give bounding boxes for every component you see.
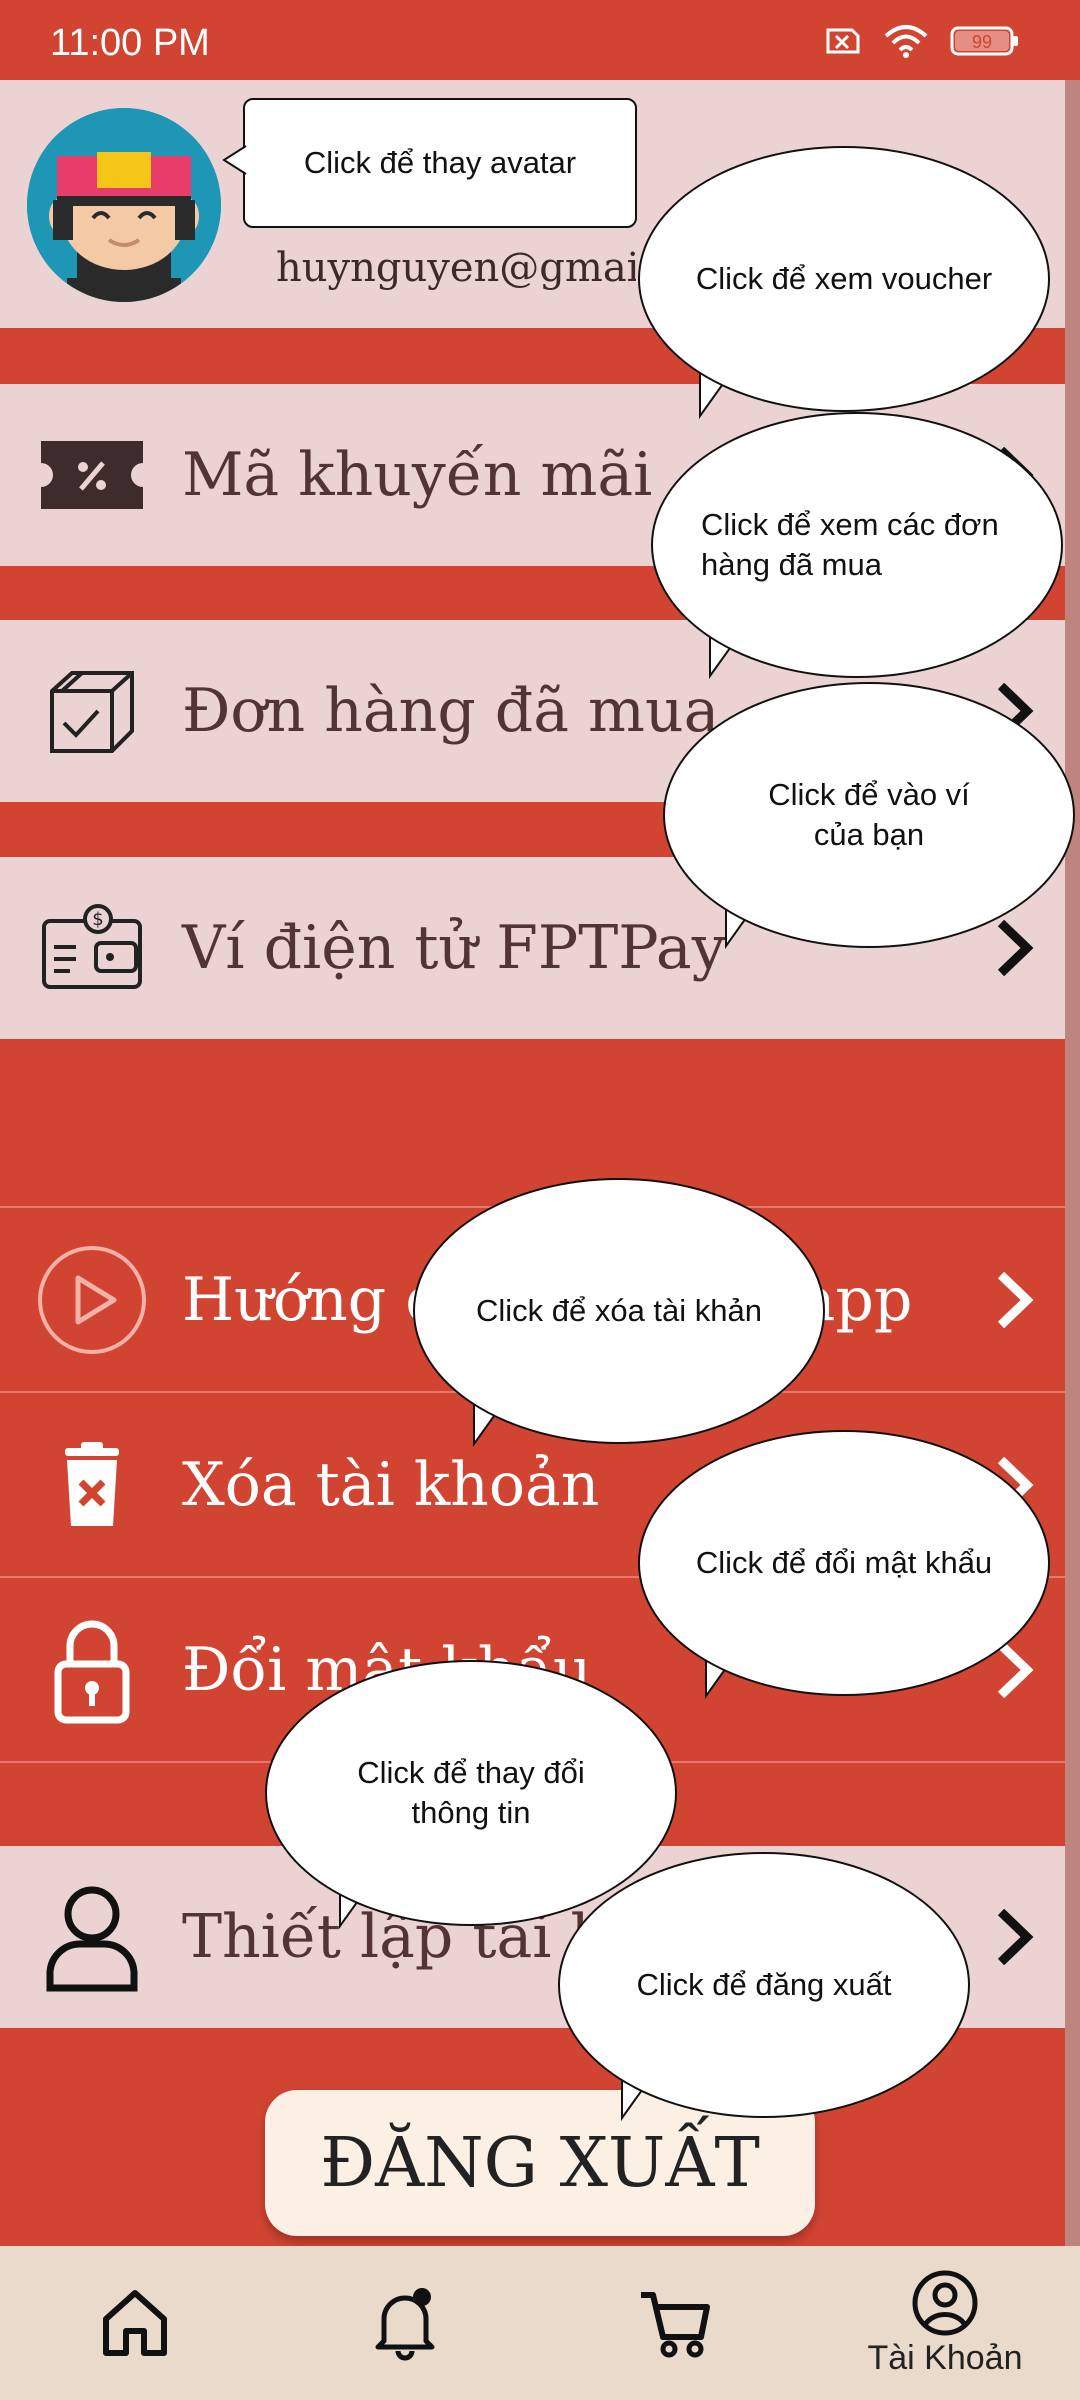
status-time: 11:00 PM: [50, 22, 210, 64]
scrollbar[interactable]: [1065, 80, 1080, 2250]
svg-text:99: 99: [972, 32, 992, 52]
tooltip-avatar-tail: [222, 145, 247, 175]
chevron-right-icon: [997, 1908, 1034, 1966]
cart-icon: [641, 2292, 710, 2358]
no-sim-icon: [826, 28, 860, 54]
tooltip-orders-text: Click để xem các đơn hàng đã mua: [701, 506, 999, 582]
tooltip-info: Click để thay đổi thông tin: [265, 1660, 677, 1926]
package-check-icon: [32, 651, 152, 771]
tooltip-orders: Click để xem các đơn hàng đã mua: [651, 412, 1063, 678]
wallet-icon: $: [32, 888, 152, 1008]
tooltip-voucher: Click để xem voucher: [638, 146, 1050, 412]
tooltip-avatar-text: Click để thay avatar: [303, 145, 577, 180]
svg-text:$: $: [92, 909, 103, 930]
status-icons: 99: [822, 24, 1020, 58]
avatar[interactable]: [27, 108, 221, 302]
nav-account[interactable]: Tài Khoản: [810, 2246, 1080, 2400]
tooltip-logout: Click để đăng xuất: [558, 1852, 970, 2118]
tooltip-logout-text: Click để đăng xuất: [636, 1966, 892, 2002]
tooltip-voucher-text: Click để xem voucher: [695, 260, 993, 296]
nav-notifications[interactable]: [270, 2246, 540, 2400]
trash-icon: [32, 1425, 152, 1545]
menu-label-delete-account: Xóa tài khoản: [182, 1449, 600, 1520]
nav-account-label: Tài Khoản: [867, 2338, 1023, 2377]
bottom-nav: Tài Khoản: [0, 2246, 1080, 2400]
wifi-icon: [884, 25, 928, 58]
nav-home[interactable]: [0, 2246, 270, 2400]
nav-cart[interactable]: [540, 2246, 810, 2400]
play-circle-icon: [32, 1240, 152, 1360]
tooltip-password-text: Click để đổi mật khẩu: [695, 1544, 993, 1580]
status-bar: 11:00 PM 99: [0, 0, 1080, 80]
tooltip-wallet-text: Click để vào ví của bạn: [768, 776, 970, 852]
tooltip-delete-text: Click để xóa tài khản: [475, 1292, 763, 1328]
chevron-right-icon: [997, 1271, 1034, 1328]
voucher-icon: [32, 415, 152, 535]
tooltip-avatar: Click để thay avatar: [243, 98, 637, 228]
tooltip-info-text: Click để thay đổi thông tin: [357, 1754, 585, 1830]
user-icon: [32, 1877, 152, 1997]
menu-label-voucher: Mã khuyến mãi: [182, 440, 653, 510]
bell-icon: [375, 2288, 435, 2361]
user-email: huynguyen@gmail.com: [276, 245, 636, 291]
home-icon: [103, 2290, 167, 2356]
lock-icon: [32, 1610, 152, 1730]
menu-label-wallet: Ví điện tử FPTPay: [182, 913, 726, 983]
chevron-right-icon: [997, 919, 1034, 977]
tooltip-password: Click để đổi mật khẩu: [638, 1430, 1050, 1696]
avatar-image: [27, 108, 221, 302]
tooltip-wallet: Click để vào ví của bạn: [663, 682, 1075, 948]
tooltip-delete: Click để xóa tài khản: [413, 1178, 825, 1444]
menu-label-orders: Đơn hàng đã mua: [182, 676, 720, 746]
battery-icon: 99: [950, 26, 1018, 56]
account-circle-icon: [912, 2270, 978, 2335]
